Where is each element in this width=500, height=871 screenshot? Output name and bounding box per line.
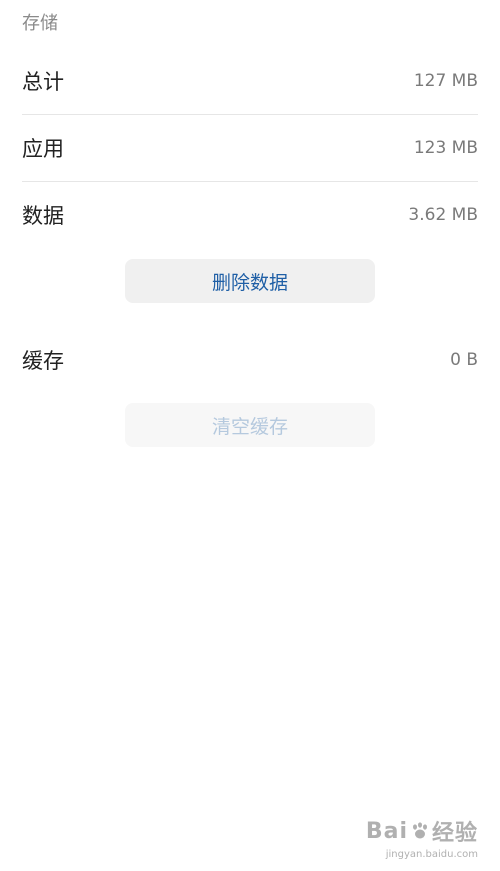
row-cache: 缓存 0 B — [22, 327, 478, 393]
storage-page: 存储 总计 127 MB 应用 123 MB 数据 3.62 MB 删除数据 缓… — [0, 0, 500, 871]
delete-data-button[interactable]: 删除数据 — [125, 259, 375, 303]
cache-label: 缓存 — [22, 349, 64, 373]
watermark-brand-left: Bai — [365, 818, 408, 844]
baidu-jingyan-watermark: Bai 经验 jingyan.baidu.com — [358, 815, 478, 861]
row-data: 数据 3.62 MB — [22, 182, 478, 248]
data-value: 3.62 MB — [408, 205, 478, 225]
cache-value: 0 B — [450, 350, 478, 370]
watermark-url: jingyan.baidu.com — [385, 849, 478, 860]
app-value: 123 MB — [413, 138, 478, 158]
row-app: 应用 123 MB — [22, 115, 478, 181]
row-total: 总计 127 MB — [22, 48, 478, 114]
paw-icon — [412, 822, 427, 839]
watermark-brand-right: 经验 — [431, 821, 478, 846]
total-value: 127 MB — [413, 71, 478, 91]
data-label: 数据 — [22, 204, 64, 228]
watermark-logo: Bai 经验 — [358, 815, 478, 847]
app-label: 应用 — [22, 137, 64, 161]
clear-cache-button[interactable]: 清空缓存 — [125, 403, 375, 447]
total-label: 总计 — [22, 70, 64, 94]
section-title-storage: 存储 — [22, 13, 58, 34]
